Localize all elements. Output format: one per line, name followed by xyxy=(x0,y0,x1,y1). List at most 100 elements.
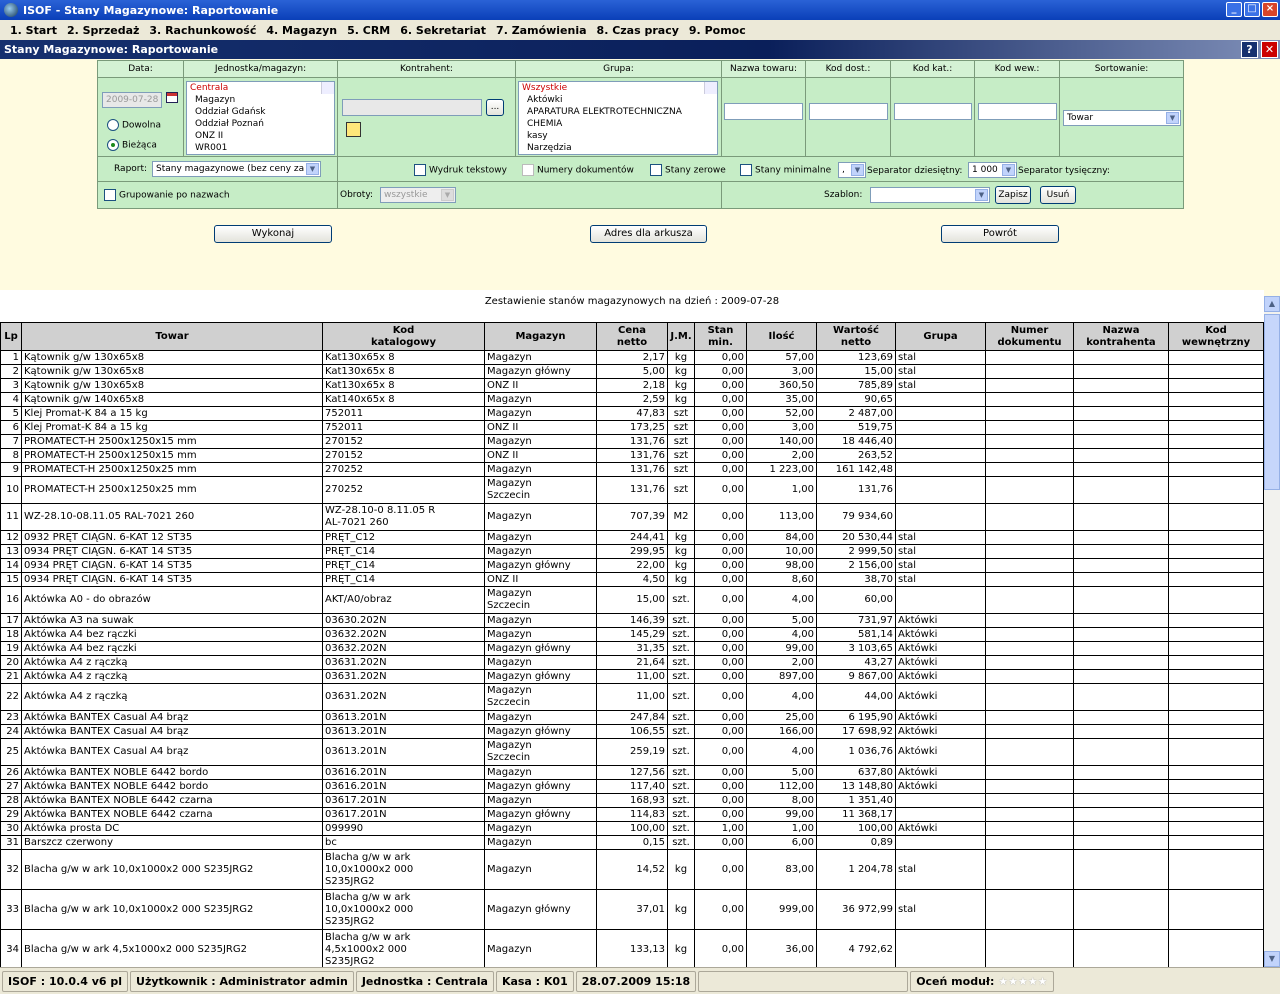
table-row[interactable]: 10 PROMATECT-H 2500x1250x25 mm 270252 Magaz… xyxy=(0,476,1264,504)
kontrahent-picker-button[interactable]: ... xyxy=(486,99,504,116)
table-row[interactable]: 19 Aktówka A4 bez rączki 03632.202N Magazyn… xyxy=(0,641,1264,656)
table-row[interactable]: 14 0934 PRĘT CIĄGN. 6-KAT 14 ST35 PRĘT_C14… xyxy=(0,558,1264,573)
adres-dla-arkusza-button[interactable]: Adres dla arkusza xyxy=(590,225,707,243)
checkbox-box[interactable] xyxy=(650,164,662,176)
table-row[interactable]: 13 0934 PRĘT CIĄGN. 6-KAT 14 ST35 PRĘT_C14… xyxy=(0,544,1264,559)
menu-sprzedaz[interactable]: 2. Sprzedaż xyxy=(67,24,139,37)
table-row[interactable]: 1 Kątownik g/w 130x65x8 Kat130x65x 8 Magazy… xyxy=(0,350,1264,365)
table-row[interactable]: 12 0932 PRĘT CIĄGN. 6-KAT 12 ST35 PRĘT_C12… xyxy=(0,530,1264,545)
scroll-up-icon[interactable]: ▲ xyxy=(1264,296,1280,312)
menu-sekretariat[interactable]: 6. Sekretariat xyxy=(400,24,486,37)
group-item[interactable]: kasy xyxy=(519,130,717,142)
table-row[interactable]: 34 Blacha g/w w ark 4,5x1000x2 000 S235JR… xyxy=(0,929,1264,967)
kontrahent-input[interactable] xyxy=(342,99,482,116)
groups-listbox[interactable]: Wszystkie Aktówki APARATURA ELEKTROTECHN… xyxy=(518,81,718,155)
numery-dokumentow-checkbox[interactable]: Numery dokumentów xyxy=(522,164,634,176)
checkbox-box[interactable] xyxy=(104,189,116,201)
unit-item[interactable]: WR001 xyxy=(187,142,334,154)
stany-zerowe-checkbox[interactable]: Stany zerowe xyxy=(650,164,726,176)
table-row[interactable]: 8 PROMATECT-H 2500x1250x15 mm 270152 ONZ II… xyxy=(0,448,1264,463)
calendar-icon[interactable] xyxy=(166,92,178,103)
table-row[interactable]: 26 Aktówka BANTEX NOBLE 6442 bordo 03616.2… xyxy=(0,765,1264,780)
table-row[interactable]: 29 Aktówka BANTEX NOBLE 6442 czarna 03617.… xyxy=(0,807,1264,822)
maximize-button[interactable]: □ xyxy=(1244,2,1260,17)
units-scrollbar[interactable] xyxy=(321,82,334,94)
kod-dost-input[interactable] xyxy=(809,103,888,120)
status-rate[interactable]: Oceń moduł: ★★★★★ xyxy=(910,970,1054,992)
table-row[interactable]: 32 Blacha g/w w ark 10,0x1000x2 000 S235J… xyxy=(0,849,1264,890)
radio-biezaca[interactable]: Bieżąca xyxy=(107,139,157,151)
wykonaj-button[interactable]: Wykonaj xyxy=(214,225,332,243)
sort-select[interactable]: Towar ▼ xyxy=(1063,110,1181,126)
nazwa-towaru-input[interactable] xyxy=(724,103,803,120)
menu-crm[interactable]: 5. CRM xyxy=(347,24,390,37)
separator-tysieczny-select[interactable]: 1 000 ▼ xyxy=(968,162,1017,178)
table-row[interactable]: 27 Aktówka BANTEX NOBLE 6442 bordo 03616.2… xyxy=(0,779,1264,794)
table-row[interactable]: 21 Aktówka A4 z rączką 03631.202N Magazyn g… xyxy=(0,669,1264,684)
table-row[interactable]: 2 Kątownik g/w 130x65x8 Kat130x65x 8 Magazy… xyxy=(0,364,1264,379)
table-row[interactable]: 23 Aktówka BANTEX Casual A4 brąz 03613.201… xyxy=(0,710,1264,725)
table-row[interactable]: 7 PROMATECT-H 2500x1250x15 mm 270152 Magazy… xyxy=(0,434,1264,449)
menu-pomoc[interactable]: 9. Pomoc xyxy=(689,24,746,37)
zapisz-button[interactable]: Zapisz xyxy=(995,186,1031,204)
table-row[interactable]: 6 Klej Promat-K 84 a 15 kg 752011 ONZ II 173… xyxy=(0,420,1264,435)
table-row[interactable]: 5 Klej Promat-K 84 a 15 kg 752011 Magazyn 47… xyxy=(0,406,1264,421)
group-item[interactable]: Wszystkie xyxy=(519,82,717,94)
groups-scrollbar[interactable] xyxy=(704,82,717,94)
checkbox-box[interactable] xyxy=(414,164,426,176)
group-item[interactable]: CHEMIA xyxy=(519,118,717,130)
menu-czas-pracy[interactable]: 8. Czas pracy xyxy=(597,24,679,37)
kod-wew-input[interactable] xyxy=(978,103,1057,120)
table-row[interactable]: 18 Aktówka A4 bez rączki 03632.202N Magazyn… xyxy=(0,627,1264,642)
raport-select[interactable]: Stany magazynowe (bez ceny za ▼ xyxy=(152,161,321,177)
grupowanie-checkbox[interactable]: Grupowanie po nazwach xyxy=(104,189,230,201)
group-item[interactable]: Aktówki xyxy=(519,94,717,106)
table-row[interactable]: 4 Kątownik g/w 140x65x8 Kat140x65x 8 Magazy… xyxy=(0,392,1264,407)
group-item[interactable]: Narzędzia xyxy=(519,142,717,154)
radio-biezaca-circle[interactable] xyxy=(107,139,119,151)
table-row[interactable]: 3 Kątownik g/w 130x65x8 Kat130x65x 8 ONZ II… xyxy=(0,378,1264,393)
szablon-select[interactable]: ▼ xyxy=(870,187,990,203)
close-module-button[interactable]: ✕ xyxy=(1261,41,1278,58)
date-input[interactable]: 2009-07-28 xyxy=(102,92,162,108)
table-row[interactable]: 22 Aktówka A4 z rączką 03631.202N Magazyn S… xyxy=(0,683,1264,711)
table-row[interactable]: 28 Aktówka BANTEX NOBLE 6442 czarna 03617.… xyxy=(0,793,1264,808)
unit-item[interactable]: Oddział Gdańsk xyxy=(187,106,334,118)
table-row[interactable]: 30 Aktówka prosta DC 099990 Magazyn 100,00 sz… xyxy=(0,821,1264,836)
stany-minimalne-checkbox[interactable]: Stany minimalne xyxy=(740,164,831,176)
scroll-thumb[interactable] xyxy=(1264,314,1280,490)
edit-contractor-icon[interactable] xyxy=(346,122,361,137)
table-row[interactable]: 33 Blacha g/w w ark 10,0x1000x2 000 S235J… xyxy=(0,889,1264,930)
help-button[interactable]: ? xyxy=(1241,41,1258,58)
kod-kat-input[interactable] xyxy=(894,103,972,120)
menu-rachunkowosc[interactable]: 3. Rachunkowość xyxy=(149,24,256,37)
table-row[interactable]: 25 Aktówka BANTEX Casual A4 brąz 03613.201… xyxy=(0,738,1264,766)
units-listbox[interactable]: Centrala Magazyn Oddział Gdańsk Oddział … xyxy=(186,81,335,155)
table-row[interactable]: 20 Aktówka A4 z rączką 03631.202N Magazyn 21… xyxy=(0,655,1264,670)
radio-dowolna[interactable]: Dowolna xyxy=(107,119,161,131)
unit-item[interactable]: Oddział Poznań xyxy=(187,118,334,130)
table-row[interactable]: 16 Aktówka A0 - do obrazów AKT/A0/obraz Mag… xyxy=(0,586,1264,614)
unit-item[interactable]: ONZ II xyxy=(187,130,334,142)
scroll-down-icon[interactable]: ▼ xyxy=(1264,951,1280,967)
group-item[interactable]: APARATURA ELEKTROTECHNICZNA xyxy=(519,106,717,118)
radio-dowolna-circle[interactable] xyxy=(107,119,119,131)
menu-start[interactable]: 1. Start xyxy=(10,24,57,37)
table-row[interactable]: 24 Aktówka BANTEX Casual A4 brąz 03613.201… xyxy=(0,724,1264,739)
close-window-button[interactable]: × xyxy=(1262,2,1278,17)
wydruk-tekstowy-checkbox[interactable]: Wydruk tekstowy xyxy=(414,164,507,176)
table-row[interactable]: 15 0934 PRĘT CIĄGN. 6-KAT 14 ST35 PRĘT_C14… xyxy=(0,572,1264,587)
table-row[interactable]: 31 Barszcz czerwony bc Magazyn 0,15 szt. 0,00 6… xyxy=(0,835,1264,850)
powrot-button[interactable]: Powrót xyxy=(941,225,1059,243)
separator-dziesietny-select[interactable]: , ▼ xyxy=(838,162,866,178)
table-row[interactable]: 17 Aktówka A3 na suwak 03630.202N Magazyn 14… xyxy=(0,613,1264,628)
minimize-button[interactable]: _ xyxy=(1226,2,1242,17)
report-scrollbar[interactable]: ▲ ▼ xyxy=(1264,296,1280,967)
obroty-select[interactable]: wszystkie ▼ xyxy=(380,187,456,203)
table-row[interactable]: 9 PROMATECT-H 2500x1250x25 mm 270252 Magazy… xyxy=(0,462,1264,477)
menu-magazyn[interactable]: 4. Magazyn xyxy=(266,24,337,37)
usun-button[interactable]: Usuń xyxy=(1040,186,1076,204)
unit-item[interactable]: Centrala xyxy=(187,82,334,94)
table-row[interactable]: 11 WZ-28.10-08.11.05 RAL-7021 260 WZ-28.10… xyxy=(0,503,1264,531)
menu-zamowienia[interactable]: 7. Zamówienia xyxy=(496,24,587,37)
